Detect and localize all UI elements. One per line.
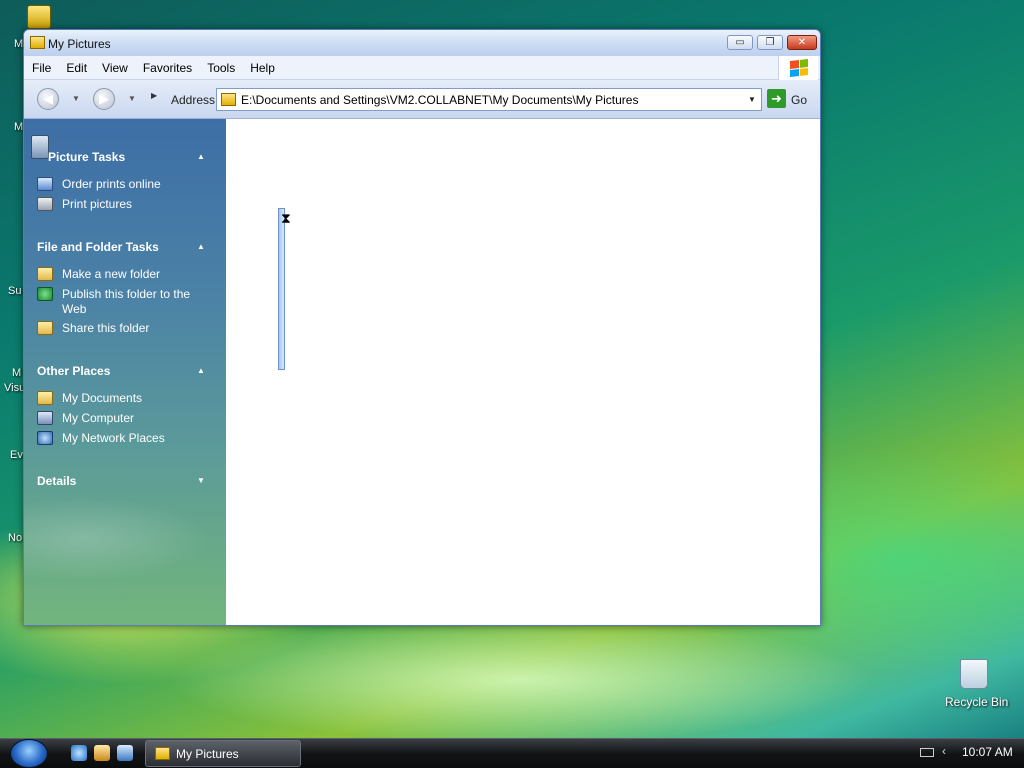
hourglass-cursor-icon: ⧗	[281, 210, 291, 226]
start-button[interactable]	[10, 739, 48, 768]
minimize-button[interactable]: ▭	[727, 35, 753, 50]
desktop-label: M	[14, 38, 24, 50]
recycle-bin-label[interactable]: Recycle Bin	[945, 695, 1008, 709]
back-dropdown-icon[interactable]: ▼	[72, 94, 80, 103]
window-title: My Pictures	[48, 37, 111, 51]
address-toolbar: ◀ ▼ ▶ ▼ ▶ Address E:\Documents and Setti…	[24, 80, 820, 119]
menu-bar: File Edit View Favorites Tools Help	[24, 56, 820, 80]
task-pane: Picture Tasks ▲ Order prints online Prin…	[24, 119, 226, 625]
network-icon	[37, 431, 53, 445]
taskbar-button-my-pictures[interactable]: My Pictures	[145, 740, 301, 767]
task-label[interactable]: Share this folder	[62, 321, 149, 336]
globe-icon	[37, 287, 53, 301]
window-body: Picture Tasks ▲ Order prints online Prin…	[24, 119, 820, 625]
picture-tasks-icon	[31, 135, 49, 159]
desktop-label: Ev	[10, 449, 23, 461]
section-details[interactable]: Details	[37, 474, 76, 488]
collapse-icon[interactable]: ▲	[197, 366, 205, 375]
menu-view[interactable]: View	[102, 61, 128, 75]
menu-file[interactable]: File	[32, 61, 51, 75]
windows-logo-icon	[778, 56, 818, 80]
desktop-label: Su	[8, 285, 22, 297]
desktop-label: No	[8, 532, 23, 544]
go-arrow-icon[interactable]: ➜	[767, 89, 786, 108]
toolbar-chevron-icon[interactable]: ▶	[151, 91, 157, 100]
section-other-places[interactable]: Other Places	[37, 364, 110, 378]
place-my-computer[interactable]: My Computer	[37, 411, 134, 426]
explorer-window: My Pictures ▭ ❐ ✕ File Edit View Favorit…	[23, 29, 821, 626]
section-file-folder-tasks[interactable]: File and Folder Tasks	[37, 240, 159, 254]
menu-edit[interactable]: Edit	[66, 61, 87, 75]
folder-icon	[30, 36, 45, 49]
task-label[interactable]: Print pictures	[62, 197, 132, 212]
place-label[interactable]: My Documents	[62, 391, 142, 406]
folder-icon	[155, 747, 170, 760]
desktop-icon-top[interactable]	[27, 5, 51, 29]
section-picture-tasks[interactable]: Picture Tasks	[48, 150, 125, 164]
expand-icon[interactable]: ▼	[197, 476, 205, 485]
documents-folder-icon	[37, 391, 53, 405]
menu-favorites[interactable]: Favorites	[143, 61, 192, 75]
forward-button[interactable]: ▶	[93, 88, 115, 110]
task-new-folder[interactable]: Make a new folder	[37, 267, 160, 282]
menu-help[interactable]: Help	[250, 61, 275, 75]
order-prints-icon	[37, 177, 53, 191]
switch-windows-icon[interactable]	[94, 745, 110, 761]
desktop-label: M	[14, 121, 24, 133]
recycle-bin-icon[interactable]	[960, 659, 988, 689]
forward-dropdown-icon[interactable]: ▼	[128, 94, 136, 103]
clock[interactable]: 10:07 AM	[962, 745, 1013, 759]
place-my-documents[interactable]: My Documents	[37, 391, 142, 406]
tray-expand-icon[interactable]: ‹	[942, 744, 946, 758]
task-order-prints[interactable]: Order prints online	[37, 177, 161, 192]
back-button[interactable]: ◀	[37, 88, 59, 110]
place-network[interactable]: My Network Places	[37, 431, 165, 446]
printer-icon	[37, 197, 53, 211]
place-label[interactable]: My Computer	[62, 411, 134, 426]
address-value[interactable]: E:\Documents and Settings\VM2.COLLABNET\…	[241, 93, 743, 107]
place-label[interactable]: My Network Places	[62, 431, 165, 446]
address-label: Address	[171, 93, 216, 107]
computer-icon	[37, 411, 53, 425]
share-folder-icon	[37, 321, 53, 335]
maximize-button[interactable]: ❐	[757, 35, 783, 50]
close-button[interactable]: ✕	[787, 35, 817, 50]
collapse-icon[interactable]: ▲	[197, 242, 205, 251]
address-input[interactable]: E:\Documents and Settings\VM2.COLLABNET\…	[216, 88, 762, 111]
file-list-area[interactable]: ⧗	[226, 119, 820, 625]
menu-tools[interactable]: Tools	[207, 61, 235, 75]
task-label[interactable]: Order prints online	[62, 177, 161, 192]
busy-cursor-trail	[278, 208, 285, 370]
task-publish-web[interactable]: Publish this folder to the Web	[37, 287, 207, 317]
taskbar-button-label: My Pictures	[176, 746, 239, 761]
title-bar[interactable]: My Pictures ▭ ❐ ✕	[24, 30, 820, 56]
go-button[interactable]: Go	[791, 93, 807, 107]
keyboard-tray-icon[interactable]	[920, 748, 934, 757]
desktop-label: M	[12, 367, 22, 379]
address-dropdown-icon[interactable]: ▼	[743, 95, 761, 104]
task-label[interactable]: Make a new folder	[62, 267, 160, 282]
internet-explorer-icon[interactable]	[71, 745, 87, 761]
task-print-pictures[interactable]: Print pictures	[37, 197, 132, 212]
new-folder-icon	[37, 267, 53, 281]
folder-icon	[221, 93, 236, 106]
task-share-folder[interactable]: Share this folder	[37, 321, 149, 336]
collapse-icon[interactable]: ▲	[197, 152, 205, 161]
task-label[interactable]: Publish this folder to the Web	[62, 287, 207, 317]
show-desktop-icon[interactable]	[117, 745, 133, 761]
